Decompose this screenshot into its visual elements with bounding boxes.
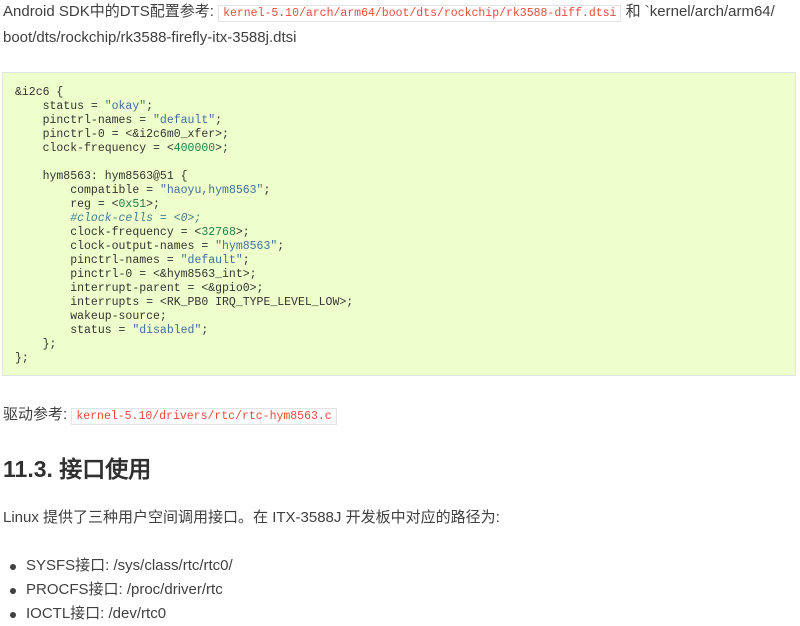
code-line: status = "disabled"; bbox=[15, 324, 209, 337]
interface-description: Linux 提供了三种用户空间调用接口。在 ITX-3588J 开发板中对应的路… bbox=[3, 509, 500, 526]
code-line: status = "okay"; bbox=[15, 100, 154, 113]
interface-list: SYSFS接口: /sys/class/rtc/rtc0/ PROCFS接口: … bbox=[8, 554, 233, 626]
code-line: pinctrl-0 = <&hym8563_int>; bbox=[15, 268, 257, 281]
bullet-icon bbox=[10, 588, 16, 594]
list-item-text: PROCFS接口: /proc/driver/rtc bbox=[26, 581, 223, 598]
bullet-icon bbox=[10, 612, 16, 618]
dts-code-pre: &i2c6 { status = "okay"; pinctrl-names =… bbox=[15, 86, 783, 366]
code-line: interrupt-parent = <&gpio0>; bbox=[15, 282, 264, 295]
code-line: pinctrl-names = "default"; bbox=[15, 254, 250, 267]
code-line: compatible = "haoyu,hym8563"; bbox=[15, 184, 271, 197]
list-item: PROCFS接口: /proc/driver/rtc bbox=[8, 578, 233, 602]
code-line: clock-frequency = <32768>; bbox=[15, 226, 250, 239]
code-line: &i2c6 { bbox=[15, 86, 64, 99]
dts-path-inline-code: kernel-5.10/arch/arm64/boot/dts/rockchip… bbox=[218, 5, 622, 22]
code-line: ​ bbox=[15, 156, 783, 170]
code-line: }; bbox=[15, 338, 57, 351]
list-item-text: SYSFS接口: /sys/class/rtc/rtc0/ bbox=[26, 557, 233, 574]
code-line: clock-frequency = <400000>; bbox=[15, 142, 229, 155]
code-line: hym8563: hym8563@51 { bbox=[15, 170, 188, 183]
code-line: clock-output-names = "hym8563"; bbox=[15, 240, 285, 253]
code-line: reg = <0x51>; bbox=[15, 198, 160, 211]
dts-reference-paragraph: Android SDK中的DTS配置参考: kernel-5.10/arch/a… bbox=[3, 0, 798, 50]
list-item: IOCTL接口: /dev/rtc0 bbox=[8, 602, 233, 626]
section-heading: 11.3. 接口使用 bbox=[3, 456, 152, 482]
code-line: interrupts = <RK_PB0 IRQ_TYPE_LEVEL_LOW>… bbox=[15, 296, 354, 309]
bullet-icon bbox=[10, 564, 16, 570]
code-line: }; bbox=[15, 352, 29, 365]
driver-reference-paragraph: 驱动参考: kernel-5.10/drivers/rtc/rtc-hym856… bbox=[3, 403, 337, 429]
dts-code-block: &i2c6 { status = "okay"; pinctrl-names =… bbox=[2, 72, 796, 376]
list-item: SYSFS接口: /sys/class/rtc/rtc0/ bbox=[8, 554, 233, 578]
code-line: pinctrl-0 = <&i2c6m0_xfer>; bbox=[15, 128, 229, 141]
dts-reference-text: Android SDK中的DTS配置参考: bbox=[3, 3, 219, 20]
code-line: #clock-cells = <0>; bbox=[15, 212, 202, 225]
driver-reference-label: 驱动参考: bbox=[3, 406, 72, 423]
list-item-text: IOCTL接口: /dev/rtc0 bbox=[26, 605, 167, 622]
driver-path-inline-code: kernel-5.10/drivers/rtc/rtc-hym8563.c bbox=[71, 408, 337, 425]
code-line: wakeup-source; bbox=[15, 310, 167, 323]
code-line: pinctrl-names = "default"; bbox=[15, 114, 223, 127]
